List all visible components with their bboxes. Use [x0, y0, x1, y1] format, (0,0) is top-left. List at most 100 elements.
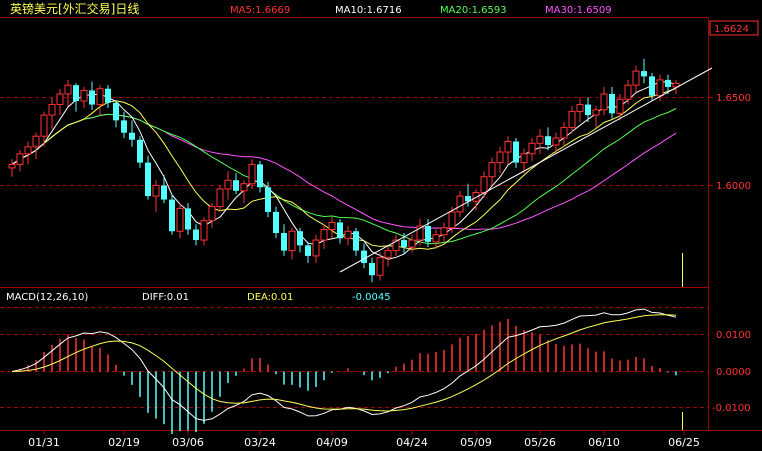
candle-body-up [576, 104, 584, 113]
candle-body-up [488, 162, 496, 178]
candle-body-up [384, 250, 392, 259]
date-tick-label: 06/10 [588, 436, 620, 449]
candle-body-down [265, 187, 271, 212]
candle-body-down [361, 250, 367, 263]
candle-body-up [56, 93, 64, 106]
candle-body-up [600, 93, 608, 111]
candle-body-up [208, 206, 216, 222]
date-tick-label: 03/24 [244, 436, 276, 449]
candle-body-up [344, 230, 352, 239]
candle-body-up [504, 141, 512, 153]
candle-body-up [248, 163, 256, 185]
date-tick-label: 03/06 [172, 436, 204, 449]
forex-daily-chart: 英镑美元[外汇交易]日线 MA5:1.6669 MA10:1.6716 MA20… [0, 1, 762, 449]
candle-body-up [64, 84, 72, 95]
candle-body-down [649, 76, 655, 96]
candle-body-down [73, 85, 79, 102]
candle-body-up [80, 89, 88, 102]
candle-body-up [312, 239, 320, 257]
date-tick-label: 02/19 [108, 436, 140, 449]
candle-body-down [89, 90, 95, 105]
candle-body-down [641, 71, 647, 77]
candle-body-up [408, 239, 416, 248]
candle-body-up [552, 137, 560, 146]
chart-title: 英镑美元[外汇交易]日线 [10, 1, 139, 16]
macd-tick-label--0.0100: -0.0100 [712, 403, 751, 414]
date-tick-label: 06/25 [668, 436, 700, 449]
macd-tick-label-0.0100: 0.0100 [716, 330, 751, 341]
candle-body-down [161, 185, 167, 200]
candle-body-up [432, 234, 440, 243]
candle-body-down [129, 132, 135, 140]
macd-diff-readout: DIFF:0.01 [142, 292, 189, 303]
candle-body-down [369, 262, 375, 276]
last-price-label: 1.6624 [714, 24, 749, 35]
candle-body-up [376, 257, 384, 276]
candle-body-up [656, 79, 664, 97]
candlestick-series [8, 58, 680, 283]
candle-body-down [273, 211, 279, 234]
candle-body-down [185, 208, 191, 230]
ma30-readout: MA30:1.6509 [545, 5, 612, 16]
candle-body-down [545, 136, 551, 146]
candle-body-up [624, 84, 632, 100]
candle-body-up [40, 114, 48, 137]
candle-body-up [200, 220, 208, 241]
candle-body-down [193, 229, 199, 241]
candle-body-up [480, 176, 488, 194]
candle-body-up [632, 70, 640, 86]
candle-body-down [401, 240, 407, 248]
candle-body-down [137, 139, 143, 163]
candle-body-up [224, 179, 232, 190]
ma30-line [11, 113, 677, 230]
macd-label: MACD(12,26,10) [6, 292, 88, 303]
date-tick-label: 01/31 [28, 436, 60, 449]
candle-body-down [609, 93, 615, 114]
macd-dea-readout: DEA:0.01 [247, 292, 293, 303]
candle-body-up [48, 104, 56, 116]
date-tick-label: 05/26 [524, 436, 556, 449]
macd-dea-line [11, 314, 677, 412]
candle-body-up [288, 230, 296, 252]
candle-body-up [496, 151, 504, 164]
candle-body-up [568, 111, 576, 128]
ma10-line [11, 88, 677, 250]
ma5-readout: MA5:1.6669 [230, 5, 290, 16]
candle-body-up [152, 185, 160, 197]
candle-body-up [8, 163, 16, 169]
candle-body-down [257, 164, 263, 188]
candle-body-up [240, 183, 248, 192]
candle-body-up [24, 146, 32, 155]
candle-body-down [665, 79, 671, 87]
candle-body-down [585, 104, 591, 116]
candle-body-up [176, 207, 184, 232]
date-tick-label: 05/09 [460, 436, 492, 449]
candle-body-down [337, 222, 343, 239]
candle-body-up [560, 126, 568, 139]
date-tick-label: 04/09 [316, 436, 348, 449]
macd-diff-line [11, 308, 677, 421]
candle-body-up [16, 153, 24, 165]
candle-body-down [297, 231, 303, 246]
candle-body-up [32, 135, 40, 148]
candle-body-down [281, 233, 287, 251]
candle-body-up [440, 227, 448, 236]
candle-body-down [145, 162, 151, 197]
candle-body-up [216, 188, 224, 208]
support-trendline [339, 67, 713, 273]
candle-body-up [456, 195, 464, 213]
candle-body-up [448, 211, 456, 229]
macd-lines [11, 308, 677, 421]
ma20-readout: MA20:1.6593 [440, 5, 507, 16]
macd-histogram [19, 318, 677, 434]
candle-body-up [96, 88, 104, 106]
date-axis: 01/31 02/19 03/06 03/24 04/09 04/24 05/09 05/26… [28, 430, 700, 449]
moving-average-lines [11, 81, 677, 260]
candle-body-up [592, 109, 600, 116]
candle-body-up [328, 221, 336, 231]
candle-body-up [536, 135, 544, 144]
candle-body-up [520, 153, 528, 164]
candle-body-down [425, 225, 431, 242]
date-tick-label: 04/24 [396, 436, 428, 449]
candle-body-down [305, 245, 311, 256]
